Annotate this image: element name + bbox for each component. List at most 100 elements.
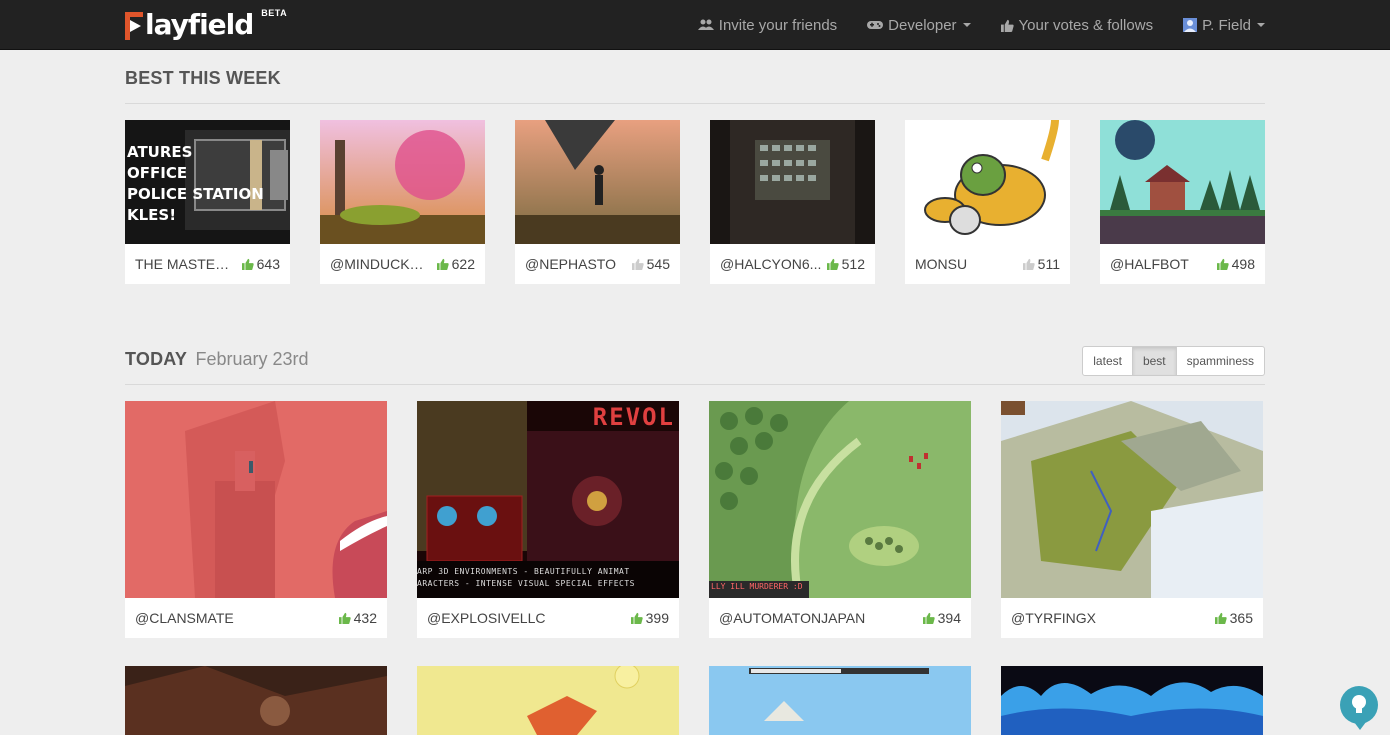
chevron-down-icon [962, 23, 971, 27]
user-name: P. Field [1202, 16, 1251, 34]
today-row-2 [125, 666, 1263, 735]
game-card[interactable]: @HALFBOT 498 [1100, 120, 1265, 284]
game-author[interactable]: @HALCYON6... [720, 256, 821, 272]
game-thumbnail[interactable] [709, 666, 971, 735]
game-card[interactable]: REVOL ARP 3D ENVIRONMENTS - BEAUTIFULLY … [417, 401, 679, 638]
thumb-title-text: REVOL [592, 403, 675, 431]
game-card[interactable]: @CLANSMATE 432 [125, 401, 387, 638]
thumb-caption-line: LLY ILL MURDERER :D [711, 582, 803, 591]
vote-number: 498 [1231, 256, 1255, 272]
game-card[interactable] [1001, 666, 1263, 735]
best-week-title: BEST THIS WEEK [125, 68, 281, 88]
thumbs-up-icon [436, 258, 449, 270]
game-thumbnail[interactable] [125, 401, 387, 598]
vote-count[interactable]: 643 [241, 256, 280, 272]
today-row: @CLANSMATE 432 REVOL ARP 3D ENVIRONMENTS… [125, 401, 1263, 638]
votes-follows-link[interactable]: Your votes & follows [1000, 16, 1154, 34]
game-author[interactable]: @EXPLOSIVELLC [427, 610, 546, 626]
game-card[interactable]: LLY ILL MURDERER :D @AUTOMATONJAPAN 394 [709, 401, 971, 638]
game-thumbnail[interactable]: ATURES OFFICE POLICE STATION KLES! [125, 120, 290, 244]
users-icon [697, 19, 714, 31]
vote-number: 643 [256, 256, 280, 272]
vote-number: 394 [937, 610, 961, 626]
game-author[interactable]: @NEPHASTO [525, 256, 616, 272]
sort-latest-button[interactable]: latest [1083, 347, 1132, 375]
vote-count[interactable]: 545 [631, 256, 670, 272]
game-thumbnail[interactable] [320, 120, 485, 244]
game-author[interactable]: MONSU [915, 256, 967, 272]
thumb-caption-line: POLICE STATION [127, 185, 264, 203]
game-author[interactable]: @TYRFINGX [1011, 610, 1096, 626]
game-thumbnail[interactable] [905, 120, 1070, 244]
game-card[interactable] [417, 666, 679, 735]
vote-count[interactable]: 399 [630, 610, 669, 626]
vote-count[interactable]: 365 [1214, 610, 1253, 626]
invite-label: Invite your friends [718, 16, 838, 34]
thumb-banner-line: ARP 3D ENVIRONMENTS - BEAUTIFULLY ANIMAT [417, 567, 630, 576]
game-thumbnail[interactable] [417, 666, 679, 735]
thumbs-up-icon [241, 258, 254, 270]
vote-number: 511 [1037, 256, 1060, 272]
thumbs-up-icon [1216, 258, 1229, 270]
vote-number: 512 [841, 256, 865, 272]
today-title: TODAY [125, 349, 188, 369]
votes-label: Your votes & follows [1018, 16, 1154, 34]
vote-number: 622 [451, 256, 475, 272]
help-chat-button[interactable] [1340, 686, 1378, 730]
game-thumbnail[interactable] [515, 120, 680, 244]
developer-dropdown[interactable]: Developer [867, 16, 971, 34]
thumbs-up-icon [1214, 612, 1227, 624]
thumb-caption-line: ATURES [127, 143, 193, 161]
thumb-caption-line: OFFICE [127, 164, 188, 182]
game-card[interactable]: @TYRFINGX 365 [1001, 401, 1263, 638]
game-author[interactable]: THE MASTERP... [135, 256, 238, 272]
vote-count[interactable]: 432 [338, 610, 377, 626]
thumbs-up-icon [631, 258, 644, 270]
thumbs-up-icon [1000, 19, 1014, 32]
game-thumbnail[interactable] [1100, 120, 1265, 244]
vote-count[interactable]: 394 [922, 610, 961, 626]
user-menu-dropdown[interactable]: P. Field [1183, 17, 1265, 34]
lightbulb-icon [1352, 695, 1366, 713]
top-navbar: layfield BETA Invite your friends Develo… [0, 0, 1390, 50]
avatar [1183, 18, 1198, 32]
vote-number: 545 [646, 256, 670, 272]
game-thumbnail[interactable] [125, 666, 387, 735]
game-card[interactable]: ATURES OFFICE POLICE STATION KLES! THE M… [125, 120, 290, 284]
game-card[interactable] [125, 666, 387, 735]
invite-friends-link[interactable]: Invite your friends [697, 16, 838, 34]
sort-spamminess-button[interactable]: spamminess [1175, 347, 1264, 375]
best-week-row: ATURES OFFICE POLICE STATION KLES! THE M… [125, 120, 1265, 284]
game-author[interactable]: @HALFBOT [1110, 256, 1189, 272]
thumbs-up-icon [922, 612, 935, 624]
sort-best-button[interactable]: best [1131, 347, 1176, 375]
vote-number: 365 [1229, 610, 1253, 626]
vote-number: 399 [645, 610, 669, 626]
game-thumbnail[interactable] [1001, 401, 1263, 598]
game-card[interactable]: @NEPHASTO 545 [515, 120, 680, 284]
vote-count[interactable]: 512 [826, 256, 865, 272]
today-date: February 23rd [195, 349, 309, 369]
game-card[interactable]: @HALCYON6... 512 [710, 120, 875, 284]
vote-count[interactable]: 498 [1216, 256, 1255, 272]
vote-count[interactable]: 511 [1022, 256, 1060, 272]
vote-count[interactable]: 622 [436, 256, 475, 272]
thumbs-up-icon [338, 612, 351, 624]
developer-label: Developer [888, 16, 957, 34]
game-card[interactable]: MONSU 511 [905, 120, 1070, 284]
game-card[interactable]: @MINDUCKST... 622 [320, 120, 485, 284]
game-card[interactable] [709, 666, 971, 735]
game-author[interactable]: @MINDUCKST... [330, 256, 433, 272]
logo-text: layfield [145, 8, 254, 41]
game-author[interactable]: @CLANSMATE [135, 610, 234, 626]
vote-number: 432 [353, 610, 377, 626]
game-thumbnail[interactable]: LLY ILL MURDERER :D [709, 401, 971, 598]
logo-mark-icon [125, 12, 145, 40]
playfield-logo[interactable]: layfield BETA [125, 6, 287, 44]
game-thumbnail[interactable]: REVOL ARP 3D ENVIRONMENTS - BEAUTIFULLY … [417, 401, 679, 598]
game-thumbnail[interactable] [710, 120, 875, 244]
thumb-caption-line: KLES! [127, 206, 177, 224]
game-thumbnail[interactable] [1001, 666, 1263, 735]
best-week-header: BEST THIS WEEK [125, 68, 1265, 104]
game-author[interactable]: @AUTOMATONJAPAN [719, 610, 865, 626]
